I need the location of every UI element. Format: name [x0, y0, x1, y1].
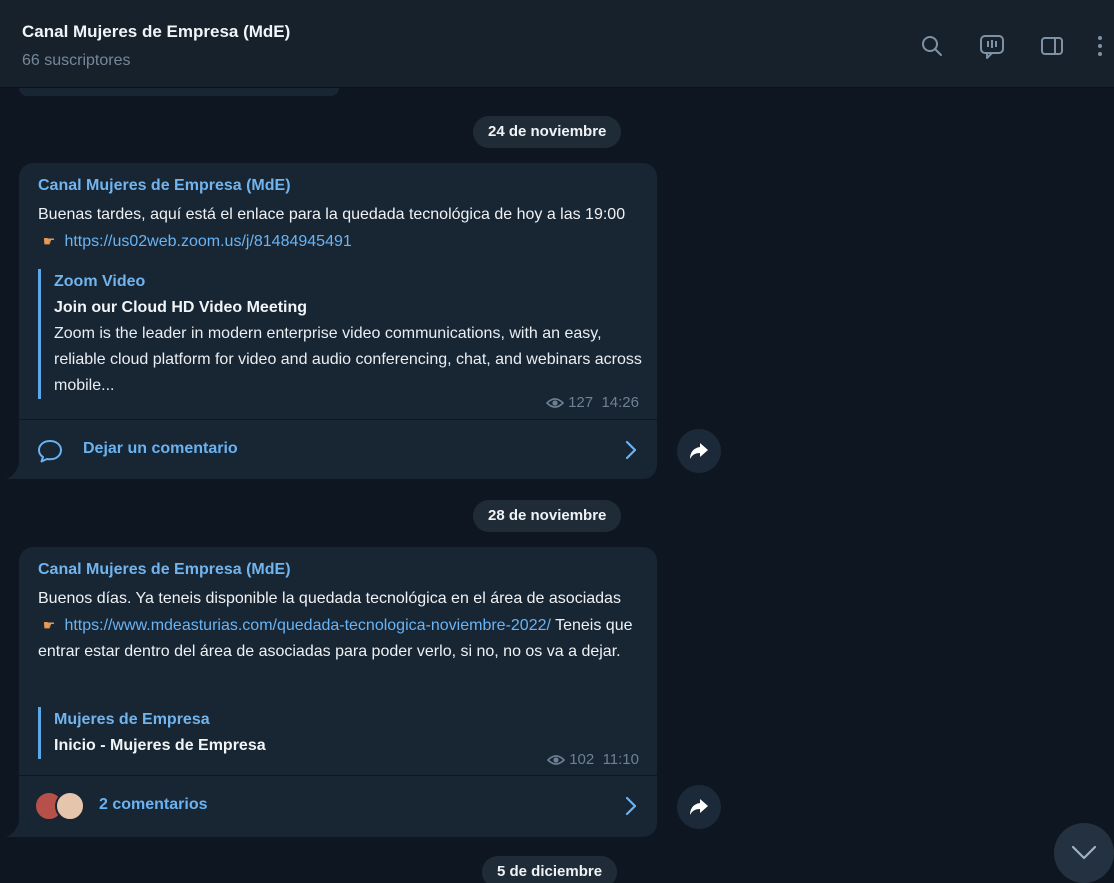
- link-preview[interactable]: Zoom Video Join our Cloud HD Video Meeti…: [38, 269, 642, 399]
- chat-header[interactable]: Canal Mujeres de Empresa (MdE) 66 suscri…: [0, 0, 1114, 88]
- date-separator: 5 de diciembre: [482, 856, 618, 883]
- leave-comment-link[interactable]: Dejar un comentario: [83, 440, 238, 458]
- chevron-right-icon: [625, 796, 637, 821]
- search-icon[interactable]: [920, 34, 944, 58]
- sidebar-toggle-icon[interactable]: [1040, 34, 1064, 58]
- message-list[interactable]: 24 de noviembre Canal Mujeres de Empresa…: [0, 88, 1114, 883]
- preview-description: Zoom is the leader in modern enterprise …: [54, 325, 642, 394]
- comment-bar[interactable]: 2 comentarios: [19, 775, 657, 838]
- post-text-body: Buenas tardes, aquí está el enlace para …: [38, 206, 626, 223]
- post-meta: 127 14:26: [545, 394, 639, 413]
- bubble-tail: [6, 821, 24, 837]
- share-button[interactable]: [677, 429, 721, 473]
- commenter-avatar: [55, 791, 85, 821]
- post-author[interactable]: Canal Mujeres de Empresa (MdE): [38, 177, 291, 195]
- pointing-hand-icon: ☛: [42, 233, 56, 249]
- post-author[interactable]: Canal Mujeres de Empresa (MdE): [38, 561, 291, 579]
- preview-site-name: Mujeres de Empresa: [54, 711, 210, 728]
- subscriber-count: 66 suscriptores: [22, 52, 131, 69]
- chevron-down-icon: [1071, 845, 1097, 860]
- comments-count-link[interactable]: 2 comentarios: [99, 796, 207, 814]
- previous-message-edge: [19, 88, 339, 96]
- post-text-body: Buenos días. Ya teneis disponible la que…: [38, 590, 621, 607]
- post-link[interactable]: https://us02web.zoom.us/j/81484945491: [64, 233, 351, 250]
- scroll-to-bottom-button[interactable]: [1054, 823, 1114, 883]
- share-arrow-icon: [690, 799, 708, 815]
- view-count: 127: [568, 394, 594, 411]
- pointing-hand-icon: ☛: [42, 617, 56, 633]
- post-time: 14:26: [601, 394, 639, 411]
- views-icon: [547, 753, 566, 770]
- bubble-tail: [6, 463, 24, 479]
- post-link[interactable]: https://www.mdeasturias.com/quedada-tecn…: [64, 617, 550, 634]
- date-separator: 24 de noviembre: [473, 116, 622, 148]
- more-vertical-icon[interactable]: [1094, 34, 1106, 58]
- post-time: 11:10: [602, 751, 639, 768]
- post-text: Buenos días. Ya teneis disponible la que…: [38, 586, 638, 665]
- post-text: Buenas tardes, aquí está el enlace para …: [38, 202, 638, 255]
- view-count: 102: [569, 751, 595, 768]
- comment-bubble-icon: [37, 438, 63, 469]
- views-icon: [545, 396, 565, 413]
- channel-title[interactable]: Canal Mujeres de Empresa (MdE): [22, 22, 290, 42]
- preview-site-name: Zoom Video: [54, 273, 146, 290]
- post-meta: 102 11:10: [547, 751, 639, 770]
- chevron-right-icon: [625, 440, 637, 465]
- share-button[interactable]: [677, 785, 721, 829]
- preview-title: Join our Cloud HD Video Meeting: [54, 299, 308, 316]
- date-separator: 28 de noviembre: [473, 500, 622, 532]
- share-arrow-icon: [690, 443, 708, 459]
- channel-post[interactable]: Canal Mujeres de Empresa (MdE) Buenos dí…: [19, 547, 657, 837]
- comments-icon[interactable]: [979, 34, 1004, 59]
- comment-bar[interactable]: Dejar un comentario: [19, 419, 657, 482]
- channel-post[interactable]: Canal Mujeres de Empresa (MdE) Buenas ta…: [19, 163, 657, 479]
